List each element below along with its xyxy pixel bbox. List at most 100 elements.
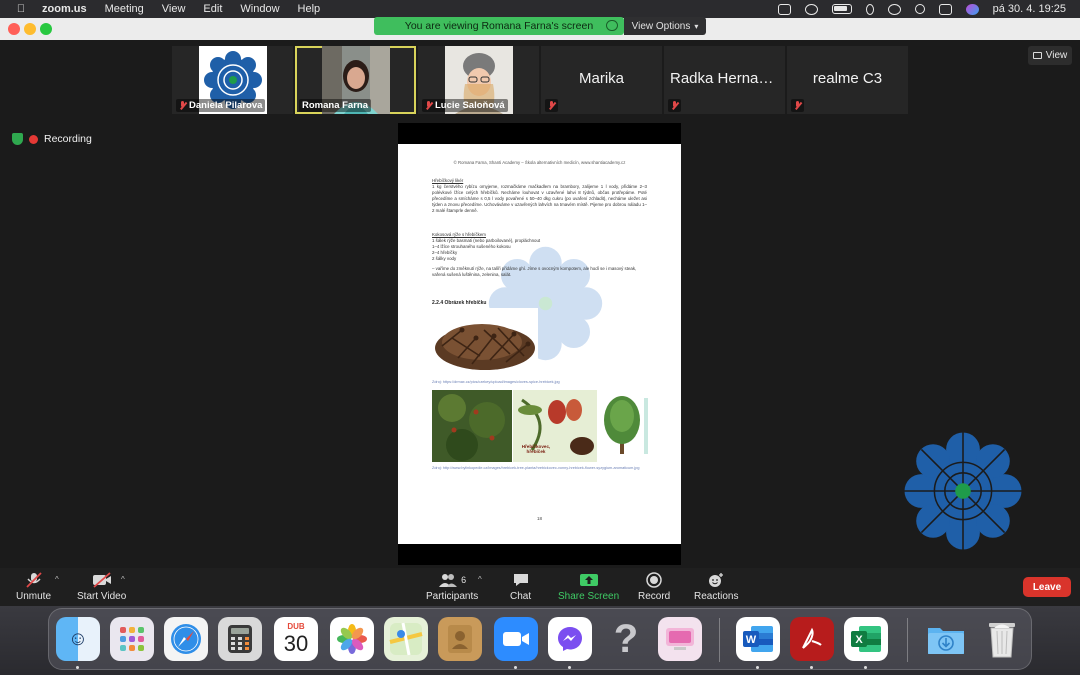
running-indicator (810, 666, 813, 669)
cloud-icon (606, 20, 618, 31)
participant-tile[interactable]: Radka Hernan... (664, 46, 785, 114)
excel-icon[interactable]: X (844, 617, 888, 661)
participants-icon: 6 (438, 572, 466, 588)
zoom-window-button[interactable] (40, 23, 52, 35)
acrobat-icon[interactable] (790, 617, 834, 661)
leave-meeting-button[interactable]: Leave (1023, 577, 1071, 597)
video-options-caret-icon[interactable]: ^ (121, 575, 125, 584)
running-indicator (76, 666, 79, 669)
participants-count: 6 (461, 575, 467, 585)
calculator-icon[interactable] (218, 617, 262, 661)
view-layout-label: View (1045, 50, 1068, 61)
screen:  zoom.us Meeting View Edit Window Help … (0, 0, 1080, 675)
section-heading: 2.2.4 Obrázek hřebíčku (432, 300, 487, 306)
reactions-button[interactable]: Reactions (694, 572, 738, 602)
play-tray-icon[interactable] (804, 3, 818, 15)
photos-icon[interactable] (330, 617, 374, 661)
dock-separator (719, 618, 720, 662)
section-body: 1 kg čerstvého rybízu omyjeme, rozmačkám… (432, 184, 647, 213)
view-layout-button[interactable]: View (1028, 46, 1072, 65)
participant-tile[interactable]: Marika (541, 46, 662, 114)
close-window-button[interactable] (8, 23, 20, 35)
participant-tile-active-speaker[interactable]: Romana Farna (295, 46, 416, 114)
share-screen-button[interactable]: Share Screen (558, 572, 619, 602)
participants-label: Participants (426, 591, 479, 602)
record-button[interactable]: Record (638, 572, 670, 602)
safari-icon[interactable] (164, 617, 208, 661)
shared-screen[interactable]: © Romana Farna, Shanti Academy – Škola a… (398, 123, 681, 565)
word-icon[interactable]: W (736, 617, 780, 661)
finder-icon[interactable]: ☺ (56, 617, 100, 661)
screen-share-banner: You are viewing Romana Farna's screen (374, 17, 624, 35)
zoom-app-icon[interactable] (494, 617, 538, 661)
cleanmymac-icon[interactable] (658, 617, 702, 661)
zoom-tray-icon[interactable] (777, 3, 791, 15)
bluetooth-icon[interactable] (865, 3, 874, 15)
participant-name: realme C3 (812, 70, 883, 87)
apple-menu-icon[interactable]:  (14, 3, 28, 15)
section-coconut-rice: Kokosová rýže s hřebíčkem 1 šálek rýže b… (432, 232, 647, 278)
participant-label: Romana Farna (299, 99, 371, 112)
recording-dot-icon (29, 134, 38, 144)
minimize-window-button[interactable] (24, 23, 36, 35)
image-source-caption: Zdroj: http://www.bylinkopedie.cz/images… (432, 466, 640, 470)
meeting-toolbar: Unmute ^ Start Video ^ 6 Participants ^ … (0, 568, 1080, 606)
grid-icon (1032, 52, 1042, 59)
menu-meeting[interactable]: Meeting (105, 3, 144, 15)
page-number: 18 (536, 516, 542, 521)
image-label: Hřebíčkovec, hřebíček (521, 444, 551, 454)
chat-button[interactable]: Chat (510, 572, 531, 602)
control-center-icon[interactable] (938, 3, 952, 15)
participant-name: Romana Farna (302, 100, 368, 111)
section-liqueur: Hřebíčkový likér 1 kg čerstvého rybízu o… (432, 178, 647, 214)
search-icon[interactable] (914, 4, 925, 14)
share-screen-icon (579, 572, 599, 588)
participants-button[interactable]: 6 Participants (426, 572, 478, 602)
share-banner-text: You are viewing Romana Farna's screen (404, 20, 594, 32)
recording-indicator[interactable]: Recording (12, 133, 92, 145)
video-off-icon (91, 572, 113, 588)
image-source-caption: Zdroj: https://drmax.cz/pics/czekey/uplo… (432, 380, 560, 384)
help-question-icon[interactable]: ? (604, 617, 648, 661)
menu-app-name[interactable]: zoom.us (42, 3, 87, 15)
start-video-button[interactable]: Start Video (77, 572, 126, 602)
menu-window[interactable]: Window (240, 3, 279, 15)
chevron-down-icon: ▾ (694, 21, 699, 31)
audio-options-caret-icon[interactable]: ^ (55, 575, 59, 584)
mac-menu-bar:  zoom.us Meeting View Edit Window Help … (0, 0, 1080, 18)
menu-help[interactable]: Help (298, 3, 321, 15)
participant-name: Radka Hernan... (670, 70, 780, 87)
battery-icon[interactable] (831, 4, 852, 14)
time-machine-icon[interactable] (887, 3, 901, 15)
downloads-folder-icon[interactable] (924, 617, 968, 661)
calendar-icon[interactable]: DUB 30 (274, 617, 318, 661)
launchpad-icon[interactable] (110, 617, 154, 661)
participant-tile[interactable]: Lucie Saloňová (418, 46, 539, 114)
clock[interactable]: pá 30. 4. 19:25 (993, 3, 1066, 15)
messenger-icon[interactable] (548, 617, 592, 661)
recording-label: Recording (44, 133, 92, 145)
participant-name: Lucie Saloňová (435, 100, 505, 111)
security-shield-icon (12, 133, 23, 145)
mic-muted-icon (671, 101, 678, 110)
participant-label: Daniela Pilarova (176, 99, 266, 112)
mandala-logo (904, 432, 1022, 550)
menu-edit[interactable]: Edit (203, 3, 222, 15)
contacts-icon[interactable] (438, 617, 482, 661)
leave-label: Leave (1032, 581, 1062, 593)
view-options-button[interactable]: View Options ▾ (624, 17, 706, 35)
trash-icon[interactable] (980, 617, 1024, 661)
participant-label (791, 99, 804, 112)
participant-label (668, 99, 681, 112)
siri-icon[interactable] (965, 3, 979, 15)
menu-view[interactable]: View (162, 3, 186, 15)
document-page: © Romana Farna, Shanti Academy – Škola a… (398, 144, 681, 544)
unmute-button[interactable]: Unmute (16, 572, 51, 602)
mic-muted-icon (548, 101, 555, 110)
view-options-label: View Options (631, 20, 691, 32)
participant-name: Marika (578, 70, 624, 87)
participant-tile[interactable]: Daniela Pilarova (172, 46, 293, 114)
participants-caret-icon[interactable]: ^ (478, 575, 482, 584)
participant-tile[interactable]: realme C3 (787, 46, 908, 114)
maps-icon[interactable] (384, 617, 428, 661)
